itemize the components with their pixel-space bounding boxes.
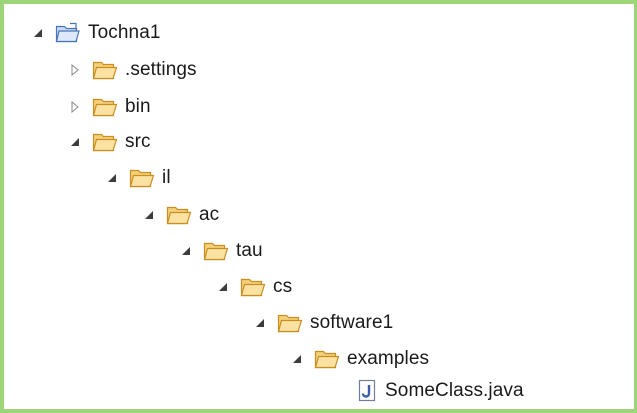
tree-node-settings[interactable]: .settings [68, 55, 197, 85]
tree-node-src[interactable]: src [68, 127, 151, 157]
folder-icon [92, 96, 118, 118]
tree-node-label: tau [236, 240, 263, 261]
tree-node-il[interactable]: il [105, 163, 171, 193]
tree-node-label: il [162, 167, 171, 188]
tree-node-examples[interactable]: examples [290, 344, 429, 374]
folder-icon [240, 276, 266, 298]
expanded-arrow-icon[interactable] [105, 171, 119, 185]
tree-node-tau[interactable]: tau [179, 236, 263, 266]
collapsed-arrow-icon[interactable] [68, 100, 82, 114]
tree-node-label: Tochna1 [88, 22, 161, 43]
expanded-arrow-icon[interactable] [216, 280, 230, 294]
tree-node-label: ac [199, 204, 220, 225]
folder-icon [129, 167, 155, 189]
project-tree: Tochna1 .settings bin src il ac tau cs s… [4, 4, 634, 409]
explorer-frame: Tochna1 .settings bin src il ac tau cs s… [0, 0, 637, 413]
expanded-arrow-icon[interactable] [68, 135, 82, 149]
folder-icon [92, 59, 118, 81]
folder-icon [314, 348, 340, 370]
tree-node-label: software1 [310, 312, 394, 333]
tree-node-cs[interactable]: cs [216, 272, 292, 302]
tree-node-label: examples [347, 348, 430, 369]
tree-node-label: bin [125, 96, 151, 117]
collapsed-arrow-icon[interactable] [68, 63, 82, 77]
tree-node-label: cs [273, 276, 293, 297]
tree-node-ac[interactable]: ac [142, 200, 219, 230]
tree-node-software1[interactable]: software1 [253, 308, 393, 338]
folder-icon [166, 204, 192, 226]
java-file-icon [356, 379, 378, 403]
tree-node-bin[interactable]: bin [68, 92, 151, 122]
expanded-arrow-icon[interactable] [290, 352, 304, 366]
expanded-arrow-icon[interactable] [253, 316, 267, 330]
tree-node-label: src [125, 131, 151, 152]
tree-node-someclass-java[interactable]: SomeClass.java [356, 376, 524, 406]
folder-icon [277, 312, 303, 334]
tree-node-label: .settings [125, 59, 197, 80]
tree-node-tochna1[interactable]: Tochna1 [31, 18, 161, 48]
expanded-arrow-icon[interactable] [179, 244, 193, 258]
expanded-arrow-icon[interactable] [31, 26, 45, 40]
folder-icon [92, 131, 118, 153]
tree-node-label: SomeClass.java [385, 380, 524, 401]
folder-icon [203, 240, 229, 262]
project-folder-icon [55, 22, 81, 44]
expanded-arrow-icon[interactable] [142, 208, 156, 222]
